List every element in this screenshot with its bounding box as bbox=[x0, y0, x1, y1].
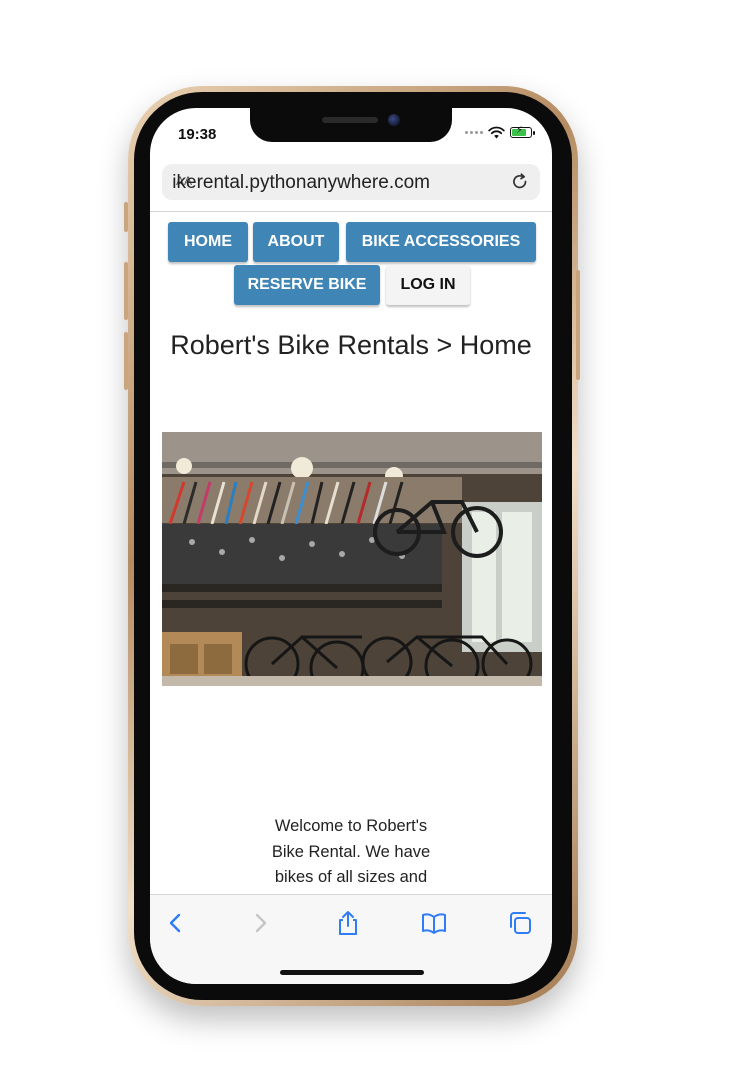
signal-dots-icon bbox=[465, 131, 483, 134]
hero-bike-shop-image bbox=[162, 432, 542, 686]
nav-bike-accessories-button[interactable]: BIKE ACCESSORIES bbox=[346, 222, 536, 262]
side-button-power bbox=[576, 270, 580, 380]
wifi-icon bbox=[488, 126, 505, 139]
safari-toolbar bbox=[150, 894, 552, 984]
home-indicator[interactable] bbox=[280, 970, 424, 975]
page-title: Robert's Bike Rentals > Home bbox=[170, 330, 532, 360]
nav-reserve-bike-button[interactable]: RESERVE BIKE bbox=[234, 265, 380, 305]
side-button-silent bbox=[124, 202, 128, 232]
back-chevron-left-icon[interactable] bbox=[162, 909, 190, 937]
side-button-volume-down bbox=[124, 332, 128, 390]
share-icon[interactable] bbox=[334, 909, 362, 937]
status-time: 19:38 bbox=[178, 126, 217, 143]
url-text[interactable]: ikerental.pythonanywhere.com bbox=[172, 172, 430, 194]
welcome-text: Welcome to Robert's Bike Rental. We have… bbox=[271, 817, 431, 894]
bookmarks-book-icon[interactable] bbox=[420, 909, 448, 937]
web-page: HOME ABOUT BIKE ACCESSORIES RESERVE BIKE… bbox=[150, 212, 552, 894]
nav-log-in-button[interactable]: LOG IN bbox=[386, 265, 470, 305]
status-icons: ⚡ bbox=[465, 125, 535, 139]
nav-about-button[interactable]: ABOUT bbox=[253, 222, 339, 262]
phone-screen: 19:38 ⚡ AA ikerental.pythonanywhere.com … bbox=[150, 108, 552, 984]
forward-chevron-right-icon[interactable] bbox=[246, 909, 274, 937]
battery-icon: ⚡ bbox=[510, 125, 535, 138]
address-bar[interactable]: AA ikerental.pythonanywhere.com bbox=[162, 164, 540, 200]
notch bbox=[250, 108, 452, 142]
side-button-volume-up bbox=[124, 262, 128, 320]
speaker bbox=[322, 117, 378, 123]
tabs-icon[interactable] bbox=[506, 909, 534, 937]
front-camera bbox=[388, 114, 400, 126]
reload-icon[interactable] bbox=[510, 172, 530, 192]
nav-home-button[interactable]: HOME bbox=[168, 222, 248, 262]
